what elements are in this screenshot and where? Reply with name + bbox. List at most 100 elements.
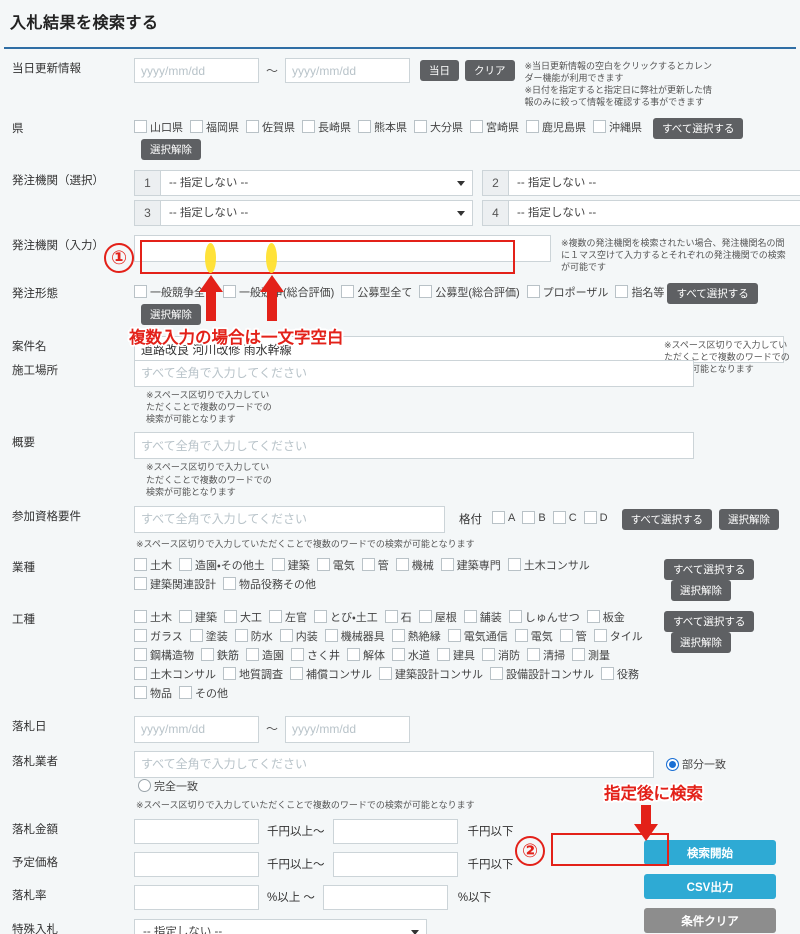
checkbox-order-form-4[interactable]: プロポーザル [526, 284, 608, 300]
checkbox-work-type-25[interactable]: 水道 [392, 647, 430, 663]
checkbox-prefecture-1[interactable]: 福岡県 [190, 119, 239, 135]
qualification-select-all-button[interactable]: すべて選択する [621, 508, 712, 530]
checkbox-work-type-14[interactable]: 機械器具 [324, 628, 385, 644]
checkbox-work-type-35[interactable]: 役務 [601, 666, 639, 682]
award-date-from[interactable] [134, 715, 259, 743]
org-select-dropdown-2[interactable]: -- 指定しない -- [508, 169, 800, 196]
checkbox-work-type-0[interactable]: 土木 [134, 609, 172, 625]
summary-input[interactable] [134, 432, 694, 460]
work-type-clear-selection-button[interactable]: 選択解除 [671, 631, 731, 653]
checkbox-work-type-36[interactable]: 物品 [134, 685, 172, 701]
checkbox-order-form-5[interactable]: 指名等 [615, 284, 664, 300]
checkbox-grade-b[interactable]: B [522, 511, 546, 525]
checkbox-work-type-24[interactable]: 解体 [347, 647, 385, 663]
order-form-clear-selection-button[interactable]: 選択解除 [141, 303, 201, 325]
checkbox-work-type-27[interactable]: 消防 [482, 647, 520, 663]
checkbox-work-type-15[interactable]: 熱絶縁 [391, 628, 441, 644]
checkbox-work-type-34[interactable]: 設備設計コンサル [490, 666, 594, 682]
checkbox-order-form-2[interactable]: 公募型全て [341, 284, 412, 300]
checkbox-grade-a[interactable]: A [492, 511, 515, 525]
checkbox-prefecture-6[interactable]: 宮崎県 [470, 119, 519, 135]
checkbox-work-type-26[interactable]: 建具 [437, 647, 475, 663]
checkbox-work-type-8[interactable]: しゅんせつ [508, 609, 580, 625]
today-update-date-from[interactable] [134, 58, 259, 83]
checkbox-work-type-33[interactable]: 建築設計コンサル [379, 666, 483, 682]
checkbox-work-type-5[interactable]: 石 [384, 609, 412, 625]
checkbox-work-type-19[interactable]: タイル [593, 628, 643, 644]
special-bid-dropdown[interactable]: -- 指定しない -- [134, 918, 427, 934]
award-date-to[interactable] [285, 715, 411, 743]
checkbox-work-type-13[interactable]: 内装 [279, 628, 318, 644]
planned-price-from[interactable] [134, 851, 259, 877]
org-select-dropdown-1[interactable]: -- 指定しない -- [160, 169, 473, 196]
checkbox-work-type-17[interactable]: 電気 [514, 628, 553, 644]
checkbox-grade-c[interactable]: C [552, 511, 577, 525]
award-amount-from[interactable] [134, 818, 259, 844]
checkbox-work-type-2[interactable]: 大工 [224, 609, 262, 625]
work-site-input[interactable] [134, 359, 694, 387]
checkbox-work-type-23[interactable]: さく井 [291, 647, 340, 663]
planned-price-to[interactable] [332, 851, 458, 877]
checkbox-work-type-1[interactable]: 建築 [179, 609, 217, 625]
prefecture-clear-selection-button[interactable]: 選択解除 [141, 138, 201, 160]
checkbox-work-type-29[interactable]: 測量 [572, 647, 610, 663]
csv-export-button[interactable]: CSV出力 [644, 874, 776, 899]
checkbox-prefecture-3[interactable]: 長崎県 [302, 119, 351, 135]
checkbox-prefecture-2[interactable]: 佐賀県 [246, 119, 295, 135]
today-update-date-to[interactable] [285, 58, 411, 83]
order-form-select-all-button[interactable]: すべて選択する [667, 282, 758, 304]
checkbox-work-type-11[interactable]: 塗装 [189, 628, 228, 644]
prefecture-select-all-button[interactable]: すべて選択する [653, 117, 744, 139]
checkbox-prefecture-7[interactable]: 鹿児島県 [526, 119, 586, 135]
checkbox-work-type-4[interactable]: とび・土工 [314, 609, 378, 625]
checkbox-work-type-18[interactable]: 管 [559, 628, 587, 644]
checkbox-work-type-7[interactable]: 舗装 [463, 609, 502, 625]
checkbox-industry-7[interactable]: 土木コンサル [507, 557, 590, 573]
checkbox-industry-6[interactable]: 建築専門 [440, 557, 501, 573]
checkbox-work-type-37[interactable]: その他 [179, 685, 228, 701]
qualification-input[interactable] [134, 505, 445, 533]
checkbox-industry-4[interactable]: 管 [361, 557, 389, 573]
checkbox-industry-8[interactable]: 建築関連設計 [134, 576, 216, 592]
qualification-clear-selection-button[interactable]: 選択解除 [718, 508, 779, 530]
award-rate-to[interactable] [322, 884, 448, 910]
checkbox-work-type-31[interactable]: 地質調査 [223, 666, 283, 682]
checkbox-work-type-22[interactable]: 造園 [246, 647, 284, 663]
org-input-field[interactable] [134, 234, 551, 262]
checkbox-order-form-1[interactable]: 一般競争(総合評価) [223, 284, 334, 300]
checkbox-work-type-12[interactable]: 防水 [234, 628, 273, 644]
org-select-dropdown-3[interactable]: -- 指定しない -- [160, 199, 473, 226]
checkbox-work-type-3[interactable]: 左官 [269, 609, 307, 625]
reset-conditions-button[interactable]: 条件クリア [644, 908, 776, 933]
checkbox-work-type-28[interactable]: 清掃 [527, 647, 565, 663]
checkbox-grade-d[interactable]: D [583, 511, 608, 525]
checkbox-work-type-21[interactable]: 鉄筋 [201, 647, 239, 663]
checkbox-order-form-3[interactable]: 公募型(総合評価) [419, 284, 520, 300]
industry-clear-selection-button[interactable]: 選択解除 [671, 579, 731, 601]
work-type-select-all-button[interactable]: すべて選択する [664, 610, 755, 632]
checkbox-work-type-9[interactable]: 板金 [586, 609, 625, 625]
checkbox-industry-1[interactable]: 造園・その他土 [179, 557, 265, 573]
radio-winner-exact-match[interactable]: 完全一致 [138, 778, 198, 794]
checkbox-industry-3[interactable]: 電気 [316, 557, 355, 573]
search-start-button[interactable]: 検索開始 [644, 840, 776, 865]
checkbox-work-type-20[interactable]: 鋼構造物 [134, 647, 194, 663]
checkbox-order-form-0[interactable]: 一般競争全て [134, 284, 216, 300]
checkbox-work-type-6[interactable]: 屋根 [418, 609, 457, 625]
award-rate-from[interactable] [134, 884, 259, 910]
industry-select-all-button[interactable]: すべて選択する [664, 558, 755, 580]
checkbox-prefecture-0[interactable]: 山口県 [134, 119, 183, 135]
checkbox-prefecture-8[interactable]: 沖縄県 [593, 119, 642, 135]
checkbox-work-type-10[interactable]: ガラス [134, 628, 183, 644]
award-amount-to[interactable] [332, 818, 458, 844]
checkbox-work-type-32[interactable]: 補償コンサル [290, 666, 372, 682]
radio-winner-partial-match[interactable]: 部分一致 [666, 756, 726, 772]
clear-date-button[interactable]: クリア [465, 60, 515, 81]
checkbox-prefecture-4[interactable]: 熊本県 [358, 119, 407, 135]
org-select-dropdown-4[interactable]: -- 指定しない -- [508, 199, 800, 226]
checkbox-prefecture-5[interactable]: 大分県 [414, 119, 463, 135]
checkbox-industry-5[interactable]: 機械 [395, 557, 434, 573]
checkbox-industry-9[interactable]: 物品役務その他 [223, 576, 316, 592]
checkbox-industry-0[interactable]: 土木 [134, 557, 172, 573]
today-button[interactable]: 当日 [420, 60, 460, 81]
